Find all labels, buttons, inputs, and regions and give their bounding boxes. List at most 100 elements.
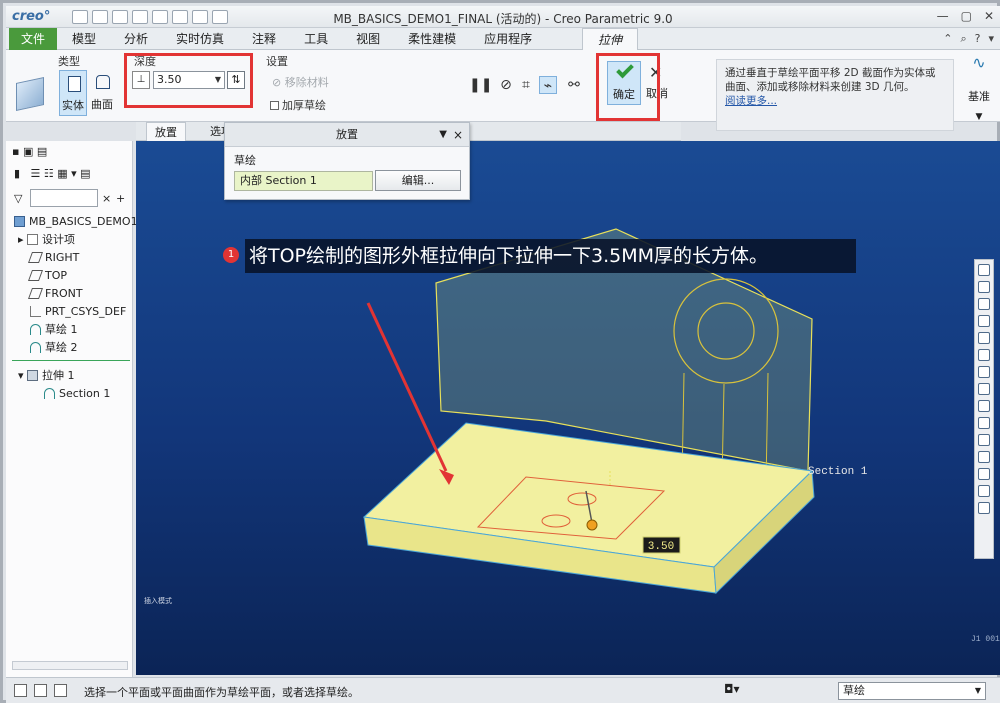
- settings-icon[interactable]: ▾: [988, 32, 994, 46]
- pin-icon[interactable]: ▼: [439, 123, 447, 147]
- tab-placement[interactable]: 放置: [146, 122, 186, 141]
- tree-item-right[interactable]: RIGHT: [27, 249, 80, 266]
- msg-log-icon[interactable]: [14, 684, 27, 697]
- tab-analysis[interactable]: 分析: [110, 28, 162, 50]
- selection-filter[interactable]: 草绘 ▼: [838, 682, 986, 700]
- selection-tool-icon[interactable]: ◘▾: [724, 682, 740, 696]
- depth-highlight-box: [124, 53, 253, 108]
- datum-display-icon[interactable]: [978, 417, 990, 429]
- instruction-banner: 将TOP绘制的图形外框拉伸向下拉伸一下3.5MM厚的长方体。: [245, 239, 856, 273]
- tree-item-front[interactable]: FRONT: [27, 285, 83, 302]
- thicken-checkbox[interactable]: [270, 101, 279, 110]
- saved-views-icon[interactable]: [978, 366, 990, 378]
- annotation-display-icon[interactable]: [978, 434, 990, 446]
- placement-panel: 放置 ▼ × 草绘 内部 Section 1 编辑...: [224, 122, 470, 200]
- feature-preview-icon[interactable]: ⌁: [539, 76, 557, 94]
- filter-icon[interactable]: ▽: [14, 190, 22, 207]
- extrude-feature-icon: [16, 77, 44, 111]
- tree-item-top[interactable]: TOP: [27, 267, 68, 284]
- sketch-view-icon[interactable]: [978, 451, 990, 463]
- pan-icon[interactable]: [978, 468, 990, 480]
- fullscreen-icon[interactable]: [54, 684, 67, 697]
- add-column-icon[interactable]: +: [116, 190, 125, 207]
- tab-live-simulation[interactable]: 实时仿真: [162, 28, 238, 50]
- title-bar: creo° MB_BASICS_DEMO1_FINAL (活动的) - Creo…: [6, 6, 1000, 28]
- no-preview-icon[interactable]: ⊘: [497, 76, 515, 94]
- geometry-preview-icon[interactable]: ⌗: [517, 76, 535, 94]
- edit-button[interactable]: 编辑...: [375, 170, 461, 191]
- section-label-text: Section 1: [808, 466, 868, 478]
- search-icon[interactable]: ⌕: [960, 32, 966, 46]
- clear-search-icon[interactable]: ×: [102, 190, 111, 207]
- tree-item-label: TOP: [45, 269, 68, 282]
- tab-model[interactable]: 模型: [58, 28, 110, 50]
- tab-applications[interactable]: 应用程序: [470, 28, 546, 50]
- solid-label: 实体: [62, 99, 84, 112]
- tree-item-csys[interactable]: PRT_CSYS_DEF: [30, 303, 126, 320]
- perspective-icon[interactable]: [978, 400, 990, 412]
- annotation-arrow: [366, 302, 448, 472]
- window-title: MB_BASICS_DEMO1_FINAL (活动的) - Creo Param…: [333, 12, 673, 26]
- panel-header: 放置 ▼ ×: [225, 123, 469, 147]
- graphics-viewport[interactable]: 3.50 Section 1 插入模式 J1 001 5 1 将TOP绘制的图形…: [136, 141, 1000, 675]
- refit-icon[interactable]: [978, 264, 990, 276]
- panel-close-icon[interactable]: ×: [453, 123, 463, 147]
- section-collector[interactable]: 内部 Section 1: [234, 171, 373, 191]
- zoom-out-icon[interactable]: [978, 298, 990, 310]
- tree-item-design[interactable]: ▸ 设计项: [18, 231, 75, 248]
- tree-root-label: MB_BASICS_DEMO1_: [29, 215, 144, 228]
- tree-item-sketch1[interactable]: 草绘 1: [30, 321, 78, 338]
- tab-view[interactable]: 视图: [342, 28, 394, 50]
- tree-item-sketch2[interactable]: 草绘 2: [30, 339, 78, 356]
- pause-animation-icon[interactable]: [978, 485, 990, 497]
- read-more-link[interactable]: 阅读更多...: [725, 95, 777, 107]
- thicken-sketch-option[interactable]: 加厚草绘: [270, 97, 326, 113]
- browser-icon[interactable]: [34, 684, 47, 697]
- tab-row-icons: ⌃ ⌕ ? ▾: [943, 32, 994, 46]
- datum-chevron-down-icon[interactable]: ▼: [961, 112, 997, 122]
- tab-file[interactable]: 文件: [9, 28, 57, 50]
- tab-extrude[interactable]: 拉伸: [582, 28, 638, 51]
- maximize-button[interactable]: ▢: [961, 9, 972, 23]
- tree-item-section[interactable]: Section 1: [44, 385, 110, 402]
- insert-indicator: [12, 360, 130, 361]
- verify-glasses-icon[interactable]: ⚯: [565, 76, 583, 94]
- datum-group[interactable]: ∿ 基准 ▼: [961, 53, 997, 133]
- surface-button[interactable]: 曲面: [89, 70, 115, 116]
- zoom-in-icon[interactable]: [978, 281, 990, 293]
- display-style-icon[interactable]: [978, 349, 990, 361]
- remove-material-option[interactable]: ⊘ 移除材料: [272, 74, 329, 90]
- pause-icon[interactable]: ❚❚: [469, 76, 492, 94]
- window-controls: — ▢ ✕: [937, 9, 994, 23]
- tree-tabs-icons[interactable]: ▪ ▣ ▤: [12, 143, 47, 160]
- tab-annotate[interactable]: 注释: [238, 28, 290, 50]
- more-tools-icon[interactable]: [978, 502, 990, 514]
- step-badge: 1: [223, 247, 239, 263]
- filter-chevron-down-icon[interactable]: ▼: [975, 683, 981, 699]
- ribbon-tab-row: 文件 模型 分析 实时仿真 注释 工具 视图 柔性建模 应用程序 拉伸 ⌃ ⌕ …: [6, 28, 1000, 51]
- tree-scrollbar[interactable]: [12, 661, 128, 670]
- section-icon: [44, 388, 55, 399]
- ok-highlight-box: [596, 53, 660, 121]
- repaint-icon[interactable]: [978, 315, 990, 327]
- tree-root[interactable]: MB_BASICS_DEMO1_: [14, 213, 143, 230]
- tree-toolbar-icons[interactable]: ▮ ☰ ☷ ▦ ▾ ▤: [14, 165, 91, 182]
- spin-center-icon[interactable]: [978, 332, 990, 344]
- close-button[interactable]: ✕: [984, 9, 994, 23]
- tree-item-label: FRONT: [45, 287, 83, 300]
- view-manager-icon[interactable]: [978, 383, 990, 395]
- triad-text: J1 001 5: [971, 635, 1000, 644]
- minimize-button[interactable]: —: [937, 9, 949, 23]
- collapse-ribbon-icon[interactable]: ⌃: [943, 32, 952, 46]
- tab-tools[interactable]: 工具: [290, 28, 342, 50]
- csys-icon: [30, 306, 41, 317]
- tree-item-label: 草绘 2: [45, 341, 78, 354]
- type-label: 类型: [58, 55, 80, 68]
- help-icon[interactable]: ?: [975, 32, 981, 46]
- status-bar: 选择一个平面或平面曲面作为草绘平面，或者选择草绘。 ◘▾ 草绘 ▼: [6, 677, 1000, 703]
- tree-search-input[interactable]: [30, 189, 98, 207]
- tree-item-extrude[interactable]: ▾ 拉伸 1: [18, 367, 75, 384]
- tree-item-label: RIGHT: [45, 251, 80, 264]
- solid-button[interactable]: 实体: [59, 70, 87, 116]
- tab-flexible-modeling[interactable]: 柔性建模: [394, 28, 470, 50]
